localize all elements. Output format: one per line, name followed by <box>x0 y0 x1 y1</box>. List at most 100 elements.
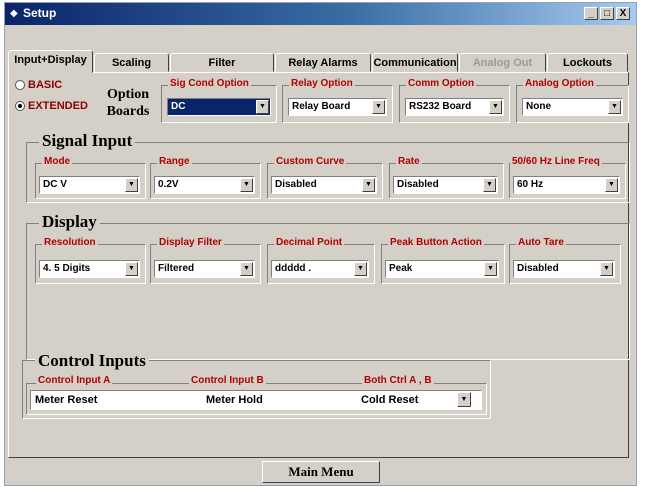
mode-value: DC V <box>43 179 67 190</box>
tab-lockouts[interactable]: Lockouts <box>547 53 628 72</box>
radio-basic-label: BASIC <box>28 79 63 91</box>
chevron-down-icon[interactable]: ▼ <box>256 100 269 114</box>
resolution-label: Resolution <box>42 237 98 248</box>
window-controls: _ □ X <box>582 7 630 20</box>
auto-tare-group: Auto Tare Disabled ▼ <box>509 237 621 284</box>
comm-option-select[interactable]: RS232 Board ▼ <box>405 98 504 116</box>
comm-option-label: Comm Option <box>406 78 477 89</box>
relay-option-select[interactable]: Relay Board ▼ <box>288 98 387 116</box>
control-input-b-label: Control Input B <box>189 375 266 386</box>
rate-label: Rate <box>396 156 422 167</box>
decimal-point-group: Decimal Point ddddd . ▼ <box>267 237 375 284</box>
decimal-point-label: Decimal Point <box>274 237 345 248</box>
resolution-value: 4. 5 Digits <box>43 263 91 274</box>
control-input-b-value: Meter Hold <box>206 394 263 406</box>
relay-option-group: Relay Option Relay Board ▼ <box>282 78 393 123</box>
peak-button-select[interactable]: Peak ▼ <box>385 260 499 278</box>
line-freq-select[interactable]: 60 Hz ▼ <box>513 176 620 194</box>
control-inputs-title: Control Inputs <box>35 351 149 371</box>
chevron-down-icon[interactable]: ▼ <box>125 262 138 276</box>
radio-extended-indicator[interactable] <box>15 101 25 111</box>
custom-curve-select[interactable]: Disabled ▼ <box>271 176 377 194</box>
mode-group: Mode DC V ▼ <box>35 156 146 199</box>
relay-option-value: Relay Board <box>292 101 351 112</box>
display-filter-select[interactable]: Filtered ▼ <box>154 260 255 278</box>
sig-cond-value: DC <box>171 101 186 112</box>
chevron-down-icon[interactable]: ▼ <box>457 392 471 407</box>
rate-select[interactable]: Disabled ▼ <box>393 176 498 194</box>
main-menu-button[interactable]: Main Menu <box>262 461 380 483</box>
radio-extended[interactable]: EXTENDED <box>15 100 88 112</box>
chevron-down-icon[interactable]: ▼ <box>240 178 253 192</box>
tab-communication[interactable]: Communication <box>372 53 458 72</box>
rate-value: Disabled <box>397 179 439 190</box>
option-boards-line2: Boards <box>106 104 150 119</box>
analog-option-group: Analog Option None ▼ <box>516 78 629 123</box>
window-title: Setup <box>23 6 57 20</box>
chevron-down-icon[interactable]: ▼ <box>362 178 375 192</box>
range-value: 0.2V <box>158 179 179 190</box>
display-filter-label: Display Filter <box>157 237 224 248</box>
tab-scaling[interactable]: Scaling <box>94 53 169 72</box>
signal-input-title: Signal Input <box>39 131 136 151</box>
chevron-down-icon[interactable]: ▼ <box>240 262 253 276</box>
custom-curve-group: Custom Curve Disabled ▼ <box>267 156 383 199</box>
comm-option-group: Comm Option RS232 Board ▼ <box>399 78 510 123</box>
chevron-down-icon[interactable]: ▼ <box>489 100 502 114</box>
radio-basic-indicator[interactable] <box>15 80 25 90</box>
tab-analog-out[interactable]: Analog Out <box>459 53 546 72</box>
option-boards-label: Option Boards <box>103 86 153 120</box>
resolution-select[interactable]: 4. 5 Digits ▼ <box>39 260 140 278</box>
tab-filter[interactable]: Filter <box>170 53 274 72</box>
app-icon: ◆ <box>10 8 18 19</box>
comm-option-value: RS232 Board <box>409 101 472 112</box>
title-bar[interactable]: ◆ Setup _ □ X <box>5 3 636 25</box>
display-title: Display <box>39 212 100 232</box>
sig-cond-select[interactable]: DC ▼ <box>167 98 271 116</box>
display-filter-group: Display Filter Filtered ▼ <box>150 237 261 284</box>
custom-curve-value: Disabled <box>275 179 317 190</box>
tab-relay-alarms[interactable]: Relay Alarms <box>275 53 371 72</box>
minimize-button[interactable]: _ <box>584 7 598 20</box>
analog-option-value: None <box>526 101 551 112</box>
sig-cond-label: Sig Cond Option <box>168 78 251 89</box>
decimal-point-value: ddddd . <box>275 263 312 274</box>
display-filter-value: Filtered <box>158 263 195 274</box>
mode-select[interactable]: DC V ▼ <box>39 176 140 194</box>
chevron-down-icon[interactable]: ▼ <box>484 262 497 276</box>
analog-option-select[interactable]: None ▼ <box>522 98 623 116</box>
radio-extended-label: EXTENDED <box>28 100 88 112</box>
chevron-down-icon[interactable]: ▼ <box>372 100 385 114</box>
auto-tare-select[interactable]: Disabled ▼ <box>513 260 615 278</box>
both-ctrl-label: Both Ctrl A , B <box>362 375 434 386</box>
mode-label: Mode <box>42 156 73 167</box>
line-freq-group: 50/60 Hz Line Freq 60 Hz ▼ <box>509 156 626 199</box>
option-boards-line1: Option <box>106 87 149 102</box>
chevron-down-icon[interactable]: ▼ <box>600 262 613 276</box>
chevron-down-icon[interactable]: ▼ <box>483 178 496 192</box>
control-inputs-select[interactable]: Meter Reset Meter Hold Cold Reset ▼ <box>30 390 482 410</box>
range-label: Range <box>157 156 192 167</box>
resolution-group: Resolution 4. 5 Digits ▼ <box>35 237 146 284</box>
close-button[interactable]: X <box>616 7 630 20</box>
analog-option-label: Analog Option <box>523 78 596 89</box>
auto-tare-value: Disabled <box>517 263 559 274</box>
sig-cond-group: Sig Cond Option DC ▼ <box>161 78 277 123</box>
peak-button-value: Peak <box>389 263 413 274</box>
decimal-point-select[interactable]: ddddd . ▼ <box>271 260 369 278</box>
maximize-button[interactable]: □ <box>600 7 614 20</box>
chevron-down-icon[interactable]: ▼ <box>125 178 138 192</box>
radio-basic[interactable]: BASIC <box>15 79 62 91</box>
range-select[interactable]: 0.2V ▼ <box>154 176 255 194</box>
line-freq-label: 50/60 Hz Line Freq <box>510 156 602 167</box>
control-input-a-value: Meter Reset <box>35 394 98 406</box>
range-group: Range 0.2V ▼ <box>150 156 261 199</box>
custom-curve-label: Custom Curve <box>274 156 347 167</box>
chevron-down-icon[interactable]: ▼ <box>354 262 367 276</box>
relay-option-label: Relay Option <box>289 78 355 89</box>
peak-button-label: Peak Button Action <box>388 237 484 248</box>
tab-input-display[interactable]: Input+Display <box>8 50 93 73</box>
control-input-a-label: Control Input A <box>36 375 113 386</box>
chevron-down-icon[interactable]: ▼ <box>605 178 618 192</box>
chevron-down-icon[interactable]: ▼ <box>608 100 621 114</box>
